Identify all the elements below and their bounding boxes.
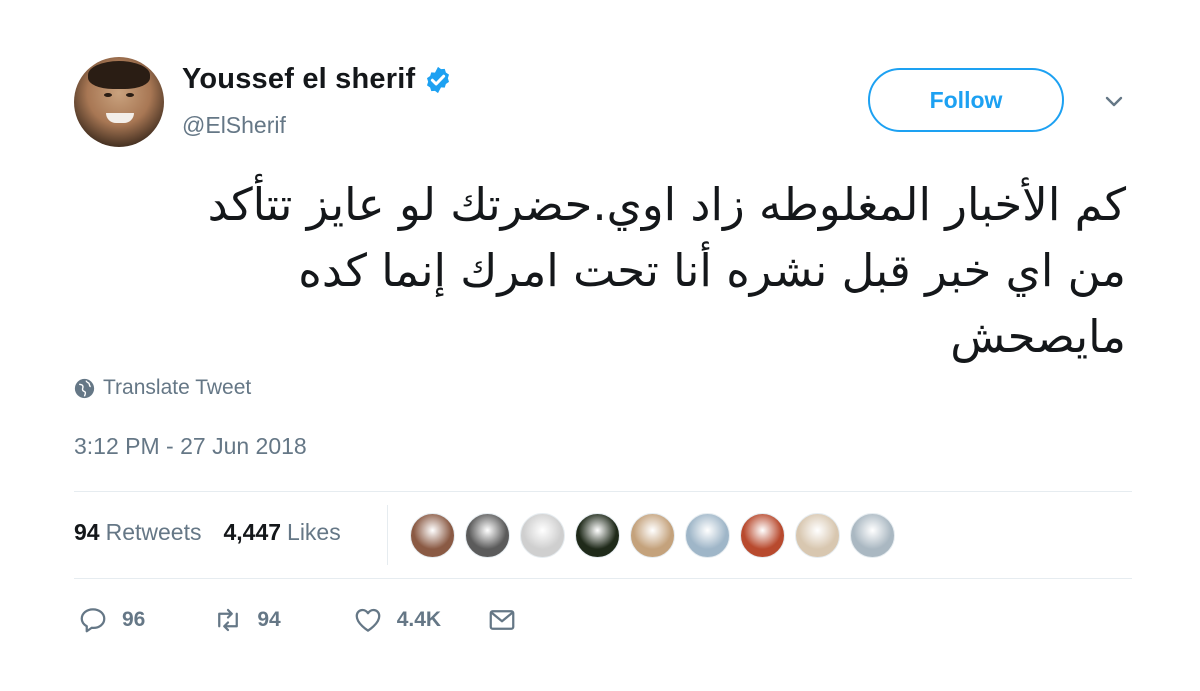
retweet-icon	[218, 608, 239, 632]
heart-icon	[355, 608, 381, 632]
retweets-label: Retweets	[105, 519, 202, 545]
liker-avatar[interactable]	[685, 513, 730, 558]
avatar-smile	[106, 113, 134, 123]
avatar[interactable]	[74, 57, 164, 147]
tweet-text-line: كم الأخبار المغلوطه زاد اوي.حضرتك لو عاي…	[207, 178, 1126, 231]
avatar-eye	[126, 93, 134, 97]
tweet-text-line: من اي خبر قبل نشره أنا تحت امرك إنما كده	[298, 244, 1126, 297]
verified-badge-icon	[427, 66, 450, 93]
likes-stat[interactable]: 4,447 Likes	[223, 519, 340, 546]
tweet-text-line: مايصحش	[950, 310, 1126, 363]
divider	[74, 491, 1132, 492]
divider	[74, 578, 1132, 579]
user-name-row[interactable]: Youssef el sherif	[182, 63, 453, 96]
reply-count: 96	[122, 608, 146, 631]
retweet-button[interactable]: 94	[213, 605, 281, 635]
liker-avatar[interactable]	[575, 513, 620, 558]
liker-avatar[interactable]	[795, 513, 840, 558]
likes-label: Likes	[287, 519, 341, 545]
translate-tweet-label[interactable]: Translate Tweet	[103, 376, 251, 400]
avatar-eye	[104, 93, 112, 97]
user-handle[interactable]: @ElSherif	[182, 112, 286, 139]
reply-button[interactable]: 96	[78, 605, 145, 635]
tweet-timestamp[interactable]: 3:12 PM - 27 Jun 2018	[74, 433, 307, 460]
retweets-stat[interactable]: 94 Retweets	[74, 519, 201, 546]
liker-avatar[interactable]	[410, 513, 455, 558]
liker-avatar[interactable]	[740, 513, 785, 558]
direct-message-button[interactable]	[487, 605, 517, 635]
liker-avatars	[410, 513, 895, 558]
retweet-count: 94	[257, 608, 281, 631]
likes-count: 4,447	[223, 519, 282, 545]
liker-avatar[interactable]	[465, 513, 510, 558]
envelope-icon	[489, 610, 515, 630]
liker-avatar[interactable]	[630, 513, 675, 558]
chevron-down-icon[interactable]	[1101, 92, 1127, 112]
tweet-stats: 94 Retweets 4,447 Likes	[74, 519, 341, 546]
translate-tweet-link[interactable]: Translate Tweet	[74, 376, 251, 400]
like-button[interactable]: 4.4K	[353, 605, 441, 635]
liker-avatar[interactable]	[520, 513, 565, 558]
user-name[interactable]: Youssef el sherif	[182, 63, 415, 96]
reply-icon	[80, 608, 106, 633]
tweet-actions: 96 94 4.4K	[78, 605, 517, 635]
tweet-text: كم الأخبار المغلوطه زاد اوي.حضرتك لو عاي…	[80, 172, 1126, 370]
liker-avatar[interactable]	[850, 513, 895, 558]
retweets-count: 94	[74, 519, 100, 545]
stats-separator	[387, 505, 388, 565]
like-count: 4.4K	[396, 608, 442, 631]
avatar-hair	[88, 61, 150, 89]
globe-icon	[74, 378, 95, 398]
follow-button[interactable]: Follow	[868, 68, 1064, 132]
